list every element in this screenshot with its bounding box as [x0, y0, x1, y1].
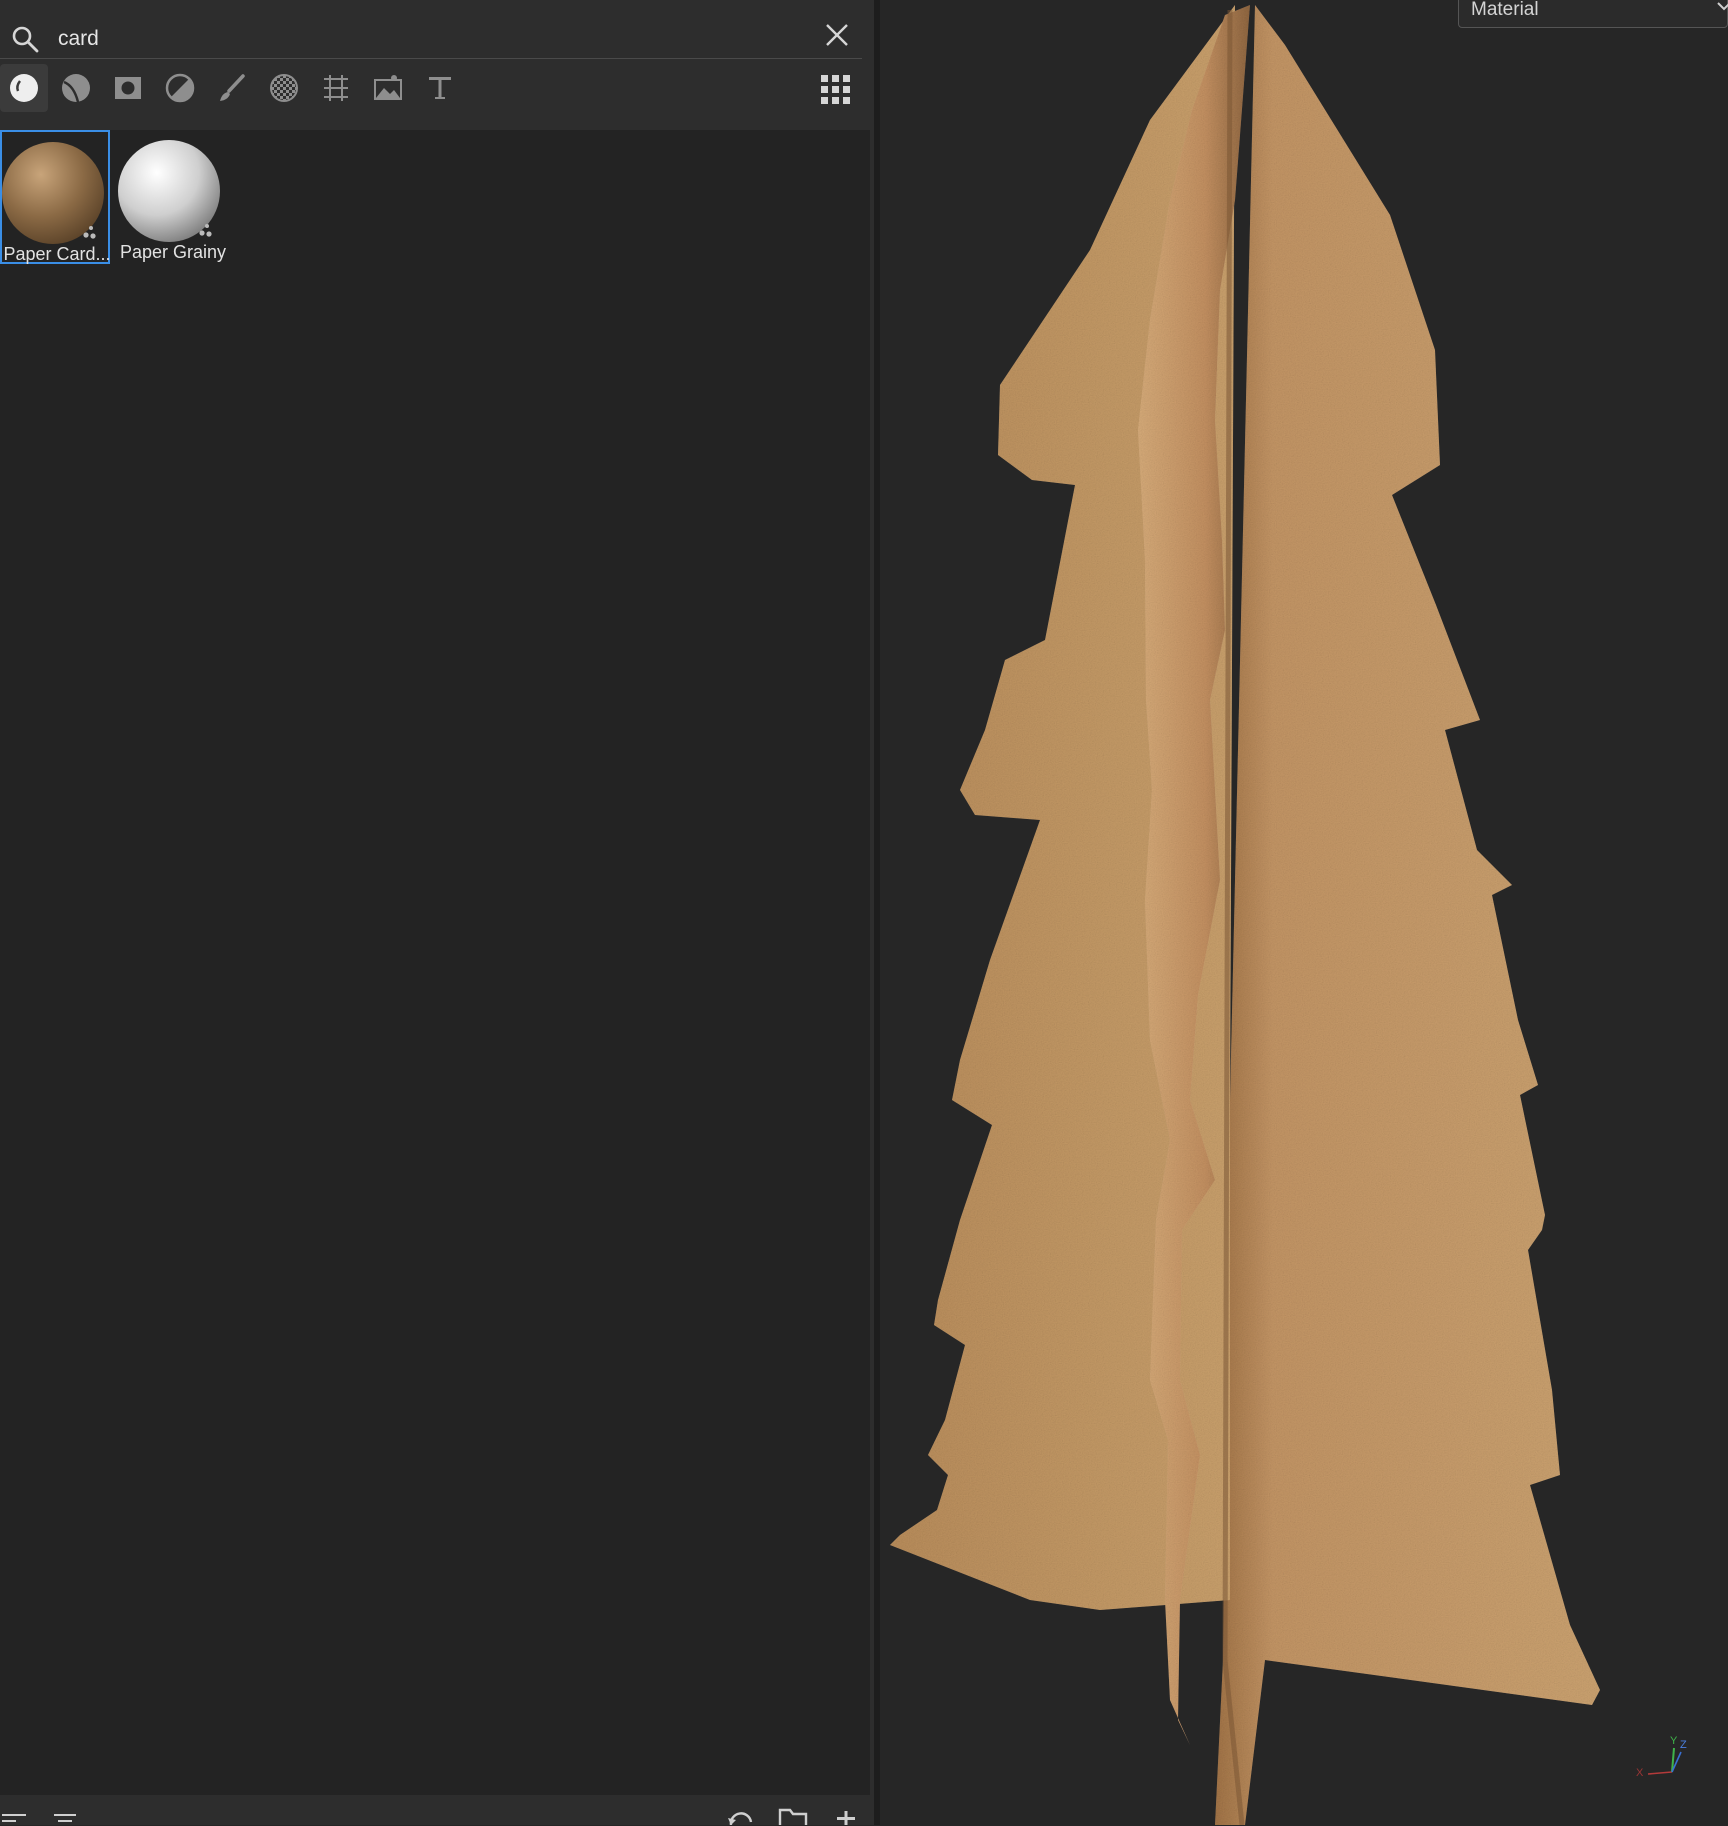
- smart-material-badge-icon: [83, 226, 96, 239]
- filter-grid-icon[interactable]: [312, 64, 360, 112]
- bottom-toolbar: [0, 1800, 880, 1825]
- asset-label: Paper Grainy: [119, 242, 227, 262]
- asset-tile-paper-card[interactable]: Paper Card...: [0, 130, 111, 264]
- mask-icon[interactable]: [104, 64, 152, 112]
- axis-x-label: X: [1636, 1767, 1644, 1779]
- search-input[interactable]: [58, 22, 798, 56]
- material-sphere-icon[interactable]: [0, 64, 48, 112]
- cardboard-tree-model[interactable]: [880, 0, 1728, 1825]
- environment-image-icon[interactable]: [364, 64, 412, 112]
- alpha-checker-icon[interactable]: [260, 64, 308, 112]
- search-bar: [0, 0, 862, 59]
- assets-panel: Paper Card... Paper Grainy: [0, 0, 880, 1825]
- list-view-icon[interactable]: [2, 1812, 28, 1826]
- axis-y-label: Y: [1670, 1735, 1678, 1747]
- text-icon[interactable]: [416, 64, 464, 112]
- brush-icon[interactable]: [208, 64, 256, 112]
- search-icon: [12, 26, 39, 53]
- add-icon[interactable]: [834, 1809, 858, 1825]
- asset-results-grid: Paper Card... Paper Grainy: [0, 130, 870, 1795]
- generator-icon[interactable]: [156, 64, 204, 112]
- axis-gizmo: X Y Z: [1636, 1735, 1687, 1779]
- 3d-viewport[interactable]: Material X Y Z: [880, 0, 1728, 1825]
- axis-z-label: Z: [1680, 1739, 1687, 1751]
- refresh-icon[interactable]: [726, 1808, 756, 1825]
- chevron-down-icon: [1717, 2, 1728, 11]
- asset-tile-paper-grainy[interactable]: Paper Grainy: [118, 130, 228, 264]
- asset-label: Paper Card...: [3, 244, 111, 264]
- grid-view-icon[interactable]: [818, 72, 854, 108]
- smart-material-icon[interactable]: [52, 64, 100, 112]
- viewport-channel-dropdown[interactable]: Material: [1458, 0, 1728, 28]
- sort-icon[interactable]: [54, 1812, 80, 1826]
- asset-filter-toolbar: [0, 62, 880, 128]
- new-folder-icon[interactable]: [778, 1808, 808, 1825]
- viewport-channel-value: Material: [1471, 0, 1539, 20]
- clear-search-icon[interactable]: [822, 20, 852, 50]
- smart-material-badge-icon: [199, 224, 212, 237]
